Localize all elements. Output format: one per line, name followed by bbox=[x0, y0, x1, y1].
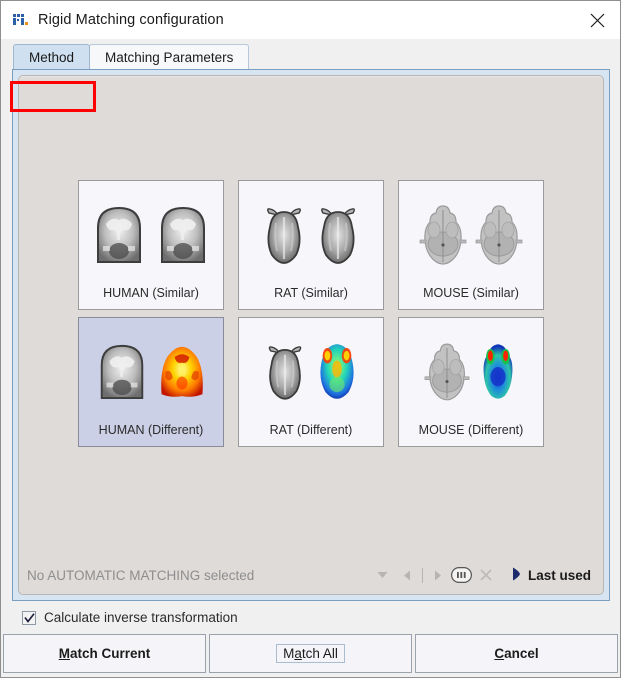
human-brain-gray-icon bbox=[161, 206, 205, 263]
mouse-brain-gray-icon bbox=[424, 343, 470, 401]
match-current-label: Match Current bbox=[58, 646, 151, 661]
tab-strip: Method Matching Parameters bbox=[1, 39, 620, 112]
match-all-button[interactable]: Match All bbox=[209, 634, 412, 673]
rat-brain-gray-icon bbox=[321, 207, 355, 264]
rigid-matching-dialog: Rigid Matching configuration Method Matc… bbox=[0, 0, 621, 678]
tab-matching-parameters[interactable]: Matching Parameters bbox=[89, 44, 250, 69]
human-brain-gray-icon bbox=[100, 344, 144, 399]
thumbnails bbox=[399, 318, 543, 425]
inverse-transformation-row[interactable]: Calculate inverse transformation bbox=[1, 601, 620, 634]
thumbnails bbox=[79, 181, 223, 288]
next-arrow-icon[interactable] bbox=[426, 564, 450, 586]
match-all-label: Match All bbox=[276, 643, 345, 664]
method-card-mouse-different[interactable]: MOUSE (Different) bbox=[398, 316, 544, 447]
method-grid: HUMAN (Similar) RAT (Similar) MOUSE (Sim… bbox=[78, 179, 544, 447]
method-panel-inner: HUMAN (Similar) RAT (Similar) MOUSE (Sim… bbox=[18, 75, 604, 595]
status-controls bbox=[371, 564, 498, 586]
tab-method-label: Method bbox=[29, 49, 75, 65]
inverse-transformation-checkbox[interactable] bbox=[22, 610, 36, 625]
method-card-label: HUMAN (Different) bbox=[98, 423, 204, 437]
last-used-label: Last used bbox=[527, 567, 591, 583]
thumbnails bbox=[399, 181, 543, 288]
automatic-matching-status-bar: No AUTOMATIC MATCHING selected Last used bbox=[27, 562, 595, 588]
dialog-button-bar: Match Current Match All Cancel bbox=[1, 634, 620, 677]
method-card-label: MOUSE (Different) bbox=[418, 423, 524, 437]
inverse-transformation-label: Calculate inverse transformation bbox=[44, 610, 238, 625]
status-text: No AUTOMATIC MATCHING selected bbox=[27, 567, 255, 583]
rat-brain-gray-icon bbox=[268, 345, 302, 400]
method-card-mouse-similar[interactable]: MOUSE (Similar) bbox=[398, 179, 544, 310]
human-brain-pet-hot-icon bbox=[161, 346, 203, 397]
method-panel: HUMAN (Similar) RAT (Similar) MOUSE (Sim… bbox=[12, 69, 610, 601]
method-card-label: HUMAN (Similar) bbox=[103, 286, 199, 300]
method-card-human-different[interactable]: HUMAN (Different) bbox=[78, 316, 224, 447]
tab-matching-parameters-label: Matching Parameters bbox=[105, 49, 234, 65]
method-card-label: RAT (Different) bbox=[269, 423, 353, 437]
cancel-label: Cancel bbox=[494, 646, 539, 661]
dropdown-arrow-icon[interactable] bbox=[371, 564, 395, 586]
mouse-brain-gray-icon bbox=[419, 205, 467, 265]
thumbnails bbox=[79, 318, 223, 425]
window-title: Rigid Matching configuration bbox=[38, 12, 224, 28]
rat-brain-gray-icon bbox=[267, 207, 301, 264]
rigid-matching-icon bbox=[11, 11, 29, 29]
previous-arrow-icon[interactable] bbox=[395, 564, 419, 586]
method-card-rat-similar[interactable]: RAT (Similar) bbox=[238, 179, 384, 310]
tab-method[interactable]: Method bbox=[13, 44, 91, 69]
method-card-label: RAT (Similar) bbox=[274, 286, 348, 300]
match-current-button[interactable]: Match Current bbox=[3, 634, 206, 673]
close-icon[interactable] bbox=[574, 1, 620, 39]
play-icon bbox=[512, 567, 521, 584]
method-grid-wrap: HUMAN (Similar) RAT (Similar) MOUSE (Sim… bbox=[19, 76, 603, 594]
thumbnails bbox=[239, 181, 383, 288]
method-card-rat-different[interactable]: RAT (Different) bbox=[238, 316, 384, 447]
rat-brain-pet-jet-icon bbox=[320, 343, 354, 399]
last-used-button[interactable]: Last used bbox=[512, 567, 595, 584]
clear-icon[interactable] bbox=[474, 564, 498, 586]
title-bar: Rigid Matching configuration bbox=[1, 1, 620, 39]
method-card-label: MOUSE (Similar) bbox=[423, 286, 519, 300]
cancel-button[interactable]: Cancel bbox=[415, 634, 618, 673]
mouse-brain-gray-icon bbox=[475, 205, 523, 265]
thumbnails bbox=[239, 318, 383, 425]
mouse-brain-pet-jet-icon bbox=[483, 344, 513, 399]
method-card-human-similar[interactable]: HUMAN (Similar) bbox=[78, 179, 224, 310]
human-brain-gray-icon bbox=[97, 206, 141, 263]
pause-icon[interactable] bbox=[450, 564, 474, 586]
separator bbox=[421, 567, 423, 583]
